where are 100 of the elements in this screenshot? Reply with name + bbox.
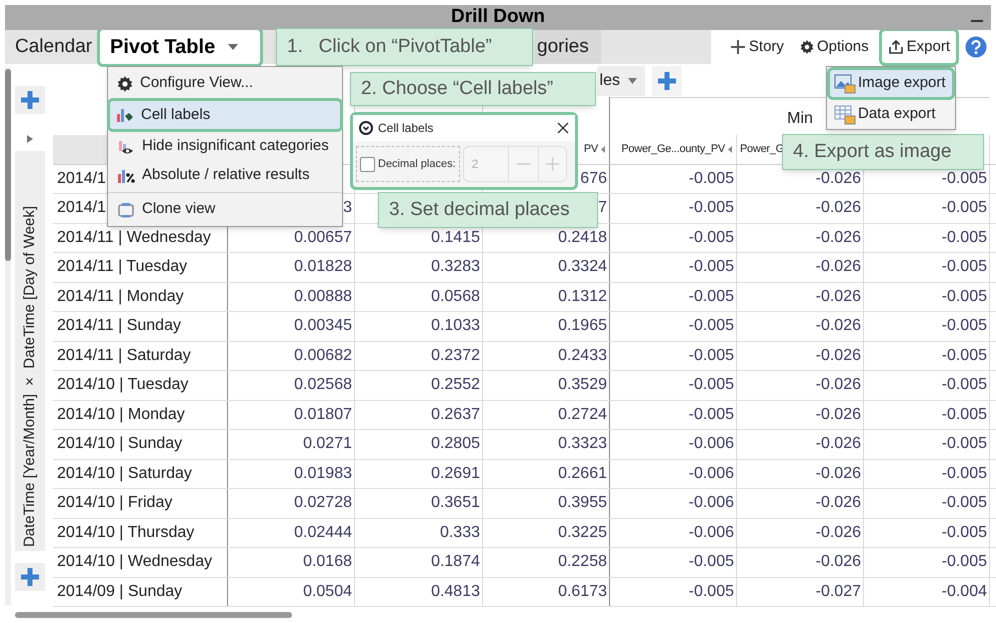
sort-icon[interactable] — [728, 146, 732, 153]
column-header[interactable]: PV — [584, 141, 598, 158]
table-cell-text: 0.1874 — [431, 552, 480, 572]
upload-icon — [888, 39, 904, 55]
row-label: 2014/10 | Friday — [57, 493, 172, 514]
sort-icon[interactable] — [601, 146, 605, 153]
row-label: 2014/11 | Monday — [57, 286, 184, 307]
export-button[interactable]: Export — [878, 28, 959, 66]
table-cell-text: -0.026 — [816, 522, 861, 543]
add-button[interactable] — [15, 86, 45, 114]
table-cell-text: -0.005 — [942, 375, 987, 396]
table-cell-text: 0.01983 — [294, 464, 352, 484]
plus-icon — [20, 567, 40, 587]
table-cell-text: -0.026 — [816, 198, 861, 218]
table-cell-text: 0.2433 — [558, 346, 607, 366]
table-cell-text: 0.3283 — [431, 257, 480, 278]
table-cell-text: 0.02728 — [294, 493, 352, 514]
table-cell-text: -0.005 — [688, 582, 734, 602]
row-label: 2014/10 | Thursday — [57, 522, 194, 543]
callout: 3. Set decimal places — [378, 192, 598, 228]
menu-item[interactable]: Absolute / relative results — [108, 161, 342, 190]
menu-item[interactable]: Cell labels — [107, 98, 343, 132]
caret-icon — [628, 78, 637, 84]
plus-icon — [730, 39, 746, 55]
table-cell-text: 0.1965 — [558, 316, 607, 336]
table-cell-text: 0.0568 — [431, 286, 480, 307]
table-cell-text: -0.006 — [688, 434, 734, 454]
row-label: 2014/11 | Sunday — [57, 316, 181, 336]
table-cell-text: -0.005 — [688, 198, 734, 218]
axis-label[interactable]: DateTime [Year/Month] × DateTime [Day of Week] — [15, 151, 45, 551]
table-cell-text: 0.0504 — [303, 582, 352, 602]
table-cell-text: -0.005 — [942, 257, 987, 278]
table-cell-text: 0.00888 — [294, 286, 352, 307]
table-cell-text: 0.2258 — [558, 552, 607, 572]
options-button[interactable]: Options — [794, 32, 875, 62]
table-cell-text: -0.005 — [942, 522, 987, 543]
gear-icon — [117, 76, 133, 92]
table-cell-text: 0.0168 — [303, 552, 352, 572]
table-cell-text: 0.3651 — [431, 493, 480, 514]
row-label: 2014/10 | Monday — [57, 404, 185, 425]
story-button[interactable]: Story — [724, 32, 790, 62]
table-cell-text: 0.01807 — [294, 404, 352, 425]
table-cell-text: 0.6173 — [558, 582, 607, 602]
table-cell-text: 0.3955 — [558, 493, 607, 514]
header-label: Min — [787, 109, 813, 129]
table-cell-text: -0.005 — [688, 168, 734, 189]
table-cell-text: 0.00682 — [294, 346, 352, 366]
menu-item[interactable]: Data export — [827, 100, 955, 129]
table-cell-text: -0.006 — [688, 464, 734, 484]
table-cell-text: -0.005 — [688, 346, 734, 366]
table-cell-text: 0.333 — [440, 522, 480, 543]
row-label: 2014/11 | Tuesday — [57, 257, 188, 278]
bar-chart-icon — [116, 107, 134, 123]
table-cell-text: 0.00345 — [294, 316, 352, 336]
table-cell-text: -0.005 — [942, 493, 987, 514]
table-cell-text: 0.02444 — [294, 522, 352, 543]
field-value: 2 — [470, 156, 480, 173]
callout: 1. Click on “PivotTable” — [276, 28, 533, 66]
window-title: Drill Down — [451, 5, 545, 30]
table-cell-text: -0.026 — [816, 434, 861, 454]
dropdown[interactable]: les — [597, 66, 645, 96]
table-cell-text: -0.026 — [816, 552, 861, 572]
column-header[interactable]: Power_Ge...ounty_PV — [621, 141, 725, 158]
table-cell-text: -0.026 — [816, 346, 861, 366]
add-button[interactable] — [652, 66, 682, 96]
help-icon[interactable] — [965, 36, 987, 58]
table-cell-text: -0.026 — [816, 257, 861, 278]
scrollbar-thumb[interactable] — [5, 69, 11, 261]
menu-item[interactable]: Configure View... — [108, 69, 342, 98]
row-label: 2014/1 — [57, 168, 106, 189]
table-cell-text: -0.005 — [688, 552, 734, 572]
table-cell-text: 0.02568 — [294, 375, 352, 396]
table-cell-text: -0.005 — [688, 404, 734, 425]
table-cell-text: -0.005 — [942, 316, 987, 336]
table-cell-text: 0.1415 — [431, 228, 480, 248]
dialog-title: Cell labels — [378, 120, 434, 137]
table-cell-text: 0.0271 — [303, 434, 352, 454]
menu-item[interactable]: Clone view — [108, 195, 342, 224]
plus-icon — [20, 90, 40, 110]
table-cell-text: -0.005 — [688, 286, 734, 307]
table-cell-text: 0.4813 — [431, 582, 480, 602]
table-cell-text: 0.1312 — [558, 286, 607, 307]
table-cell-text: -0.026 — [816, 286, 861, 307]
column-header[interactable]: Power_G — [740, 141, 784, 158]
row-label: 2014/10 | Wednesday — [57, 552, 212, 572]
scrollbar-thumb[interactable] — [15, 612, 292, 618]
row-label: 2014/10 | Sunday — [57, 434, 182, 454]
table-cell-text: -0.026 — [816, 168, 861, 189]
tab[interactable]: gories — [535, 30, 601, 64]
table-cell-text: 0.01828 — [294, 257, 352, 278]
tab[interactable]: Pivot Table — [97, 27, 263, 67]
axis-title: DateTime [Year/Month] × DateTime [Day of Week] — [20, 206, 39, 547]
expand-icon[interactable] — [27, 135, 33, 143]
table-cell-text: 0.1033 — [431, 316, 480, 336]
image-icon — [834, 74, 856, 94]
table-cell-text: 0.3323 — [558, 434, 607, 454]
menu-item[interactable]: Image export — [827, 67, 955, 100]
table-cell-text: 0.3324 — [558, 257, 607, 278]
menu-item[interactable]: Hide insignificant categories — [108, 132, 342, 161]
add-button[interactable] — [15, 563, 45, 591]
